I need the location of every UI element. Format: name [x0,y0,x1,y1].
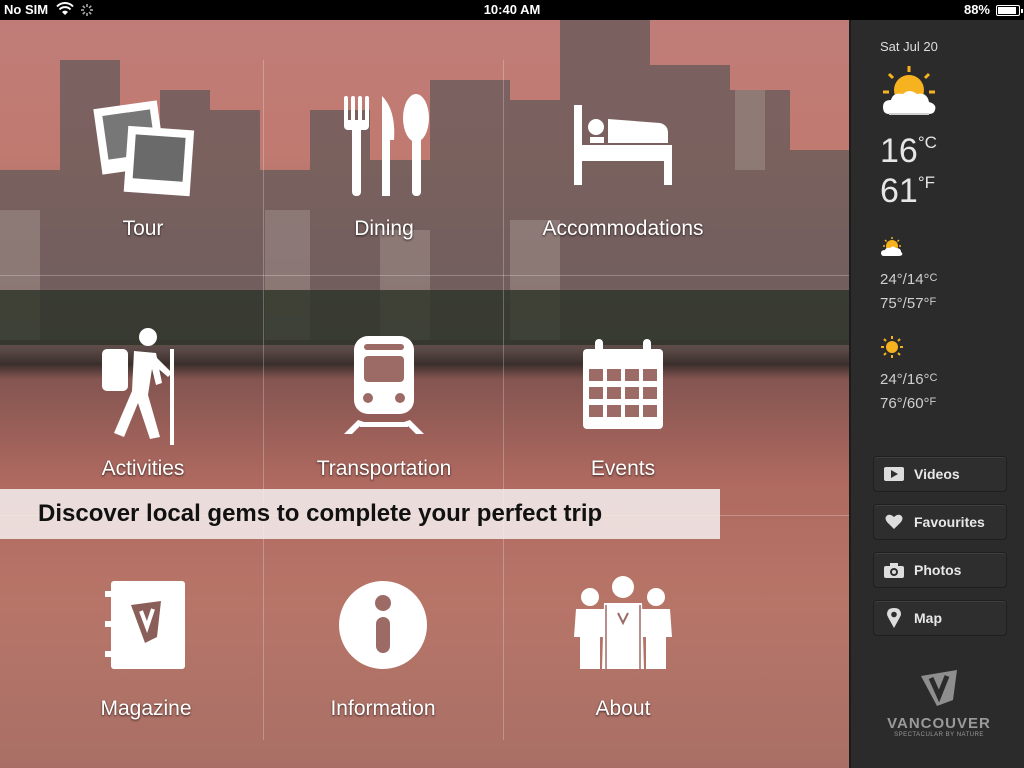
sunny-icon [880,335,904,364]
logo-tagline: SPECTACULAR BY NATURE [894,732,984,738]
battery-icon [996,5,1023,16]
current-temp-fahrenheit: 61°F [880,172,935,211]
tile-about[interactable]: About [503,535,743,768]
vancouver-v-icon [921,670,957,706]
tile-accommodations[interactable]: Accommodations [503,55,743,295]
battery-percent: 88% [963,2,990,17]
photos-icon [83,85,203,205]
fahrenheit-suffix: F [929,296,937,308]
tile-label: Information [330,697,436,720]
tile-magazine[interactable]: Magazine [26,535,266,768]
bed-icon [563,85,683,205]
weather-date: Sat Jul 20 [880,39,938,54]
tagline-banner: Discover local gems to complete your per… [0,489,720,539]
calendar-icon [563,325,683,445]
tile-label: About [595,697,651,720]
map-label: Map [914,610,942,626]
forecast-celsius: 24°/16° [880,371,930,388]
videos-button[interactable]: Videos [873,456,1007,492]
photos-button[interactable]: Photos [873,552,1007,588]
clock-time: 10:40 AM [483,2,541,17]
tile-label: Transportation [316,457,452,480]
celsius-suffix: C [929,372,938,384]
forecast-fahrenheit: 75°/57° [880,295,930,312]
celsius-unit: °C [917,133,937,152]
forecast-celsius: 24°/14° [880,271,930,288]
video-icon [874,467,914,481]
photos-label: Photos [914,562,962,578]
fahrenheit-suffix: F [929,396,937,408]
cutlery-icon [324,85,444,205]
tile-label: Tour [122,217,164,240]
tile-label: Accommodations [542,217,704,240]
tile-label: Magazine [100,697,192,720]
celsius-value: 16 [880,132,918,170]
favourites-label: Favourites [914,514,985,530]
main-panel: Tour Dining Accommodations Activities Tr… [0,20,849,768]
forecast-day-1: 24°/14°C 75°/57°F [880,267,938,315]
map-button[interactable]: Map [873,600,1007,636]
tile-tour[interactable]: Tour [23,55,263,295]
tile-information[interactable]: Information [263,535,503,768]
vancouver-logo: VANCOUVER SPECTACULAR BY NATURE [887,668,991,738]
forecast-fahrenheit: 76°/60° [880,395,930,412]
fahrenheit-value: 61 [880,172,918,210]
sidebar: Sat Jul 20 16°C 61°F 24°/14°C 75°/57°F 2… [849,20,1024,768]
tile-label: Activities [101,457,185,480]
camera-icon [874,562,914,578]
map-pin-icon [874,608,914,628]
battery-level [998,7,1016,14]
tile-label: Events [590,457,656,480]
people-icon [563,565,683,685]
fahrenheit-unit: °F [917,173,936,192]
info-icon [323,565,443,685]
favourites-button[interactable]: Favourites [873,504,1007,540]
status-bar: No SIM 10:40 AM 88% [0,0,1024,20]
celsius-suffix: C [929,272,938,284]
partly-cloudy-icon [879,64,939,127]
current-temp-celsius: 16°C [880,132,937,171]
videos-label: Videos [914,466,960,482]
magazine-icon [86,565,206,685]
hiker-icon [83,325,203,445]
partly-cloudy-icon [880,236,904,263]
heart-icon [874,514,914,530]
tile-label: Dining [354,217,414,240]
logo-wordmark: VANCOUVER [887,715,991,732]
forecast-day-2: 24°/16°C 76°/60°F [880,367,938,415]
train-icon [324,325,444,445]
tile-dining[interactable]: Dining [264,55,504,295]
